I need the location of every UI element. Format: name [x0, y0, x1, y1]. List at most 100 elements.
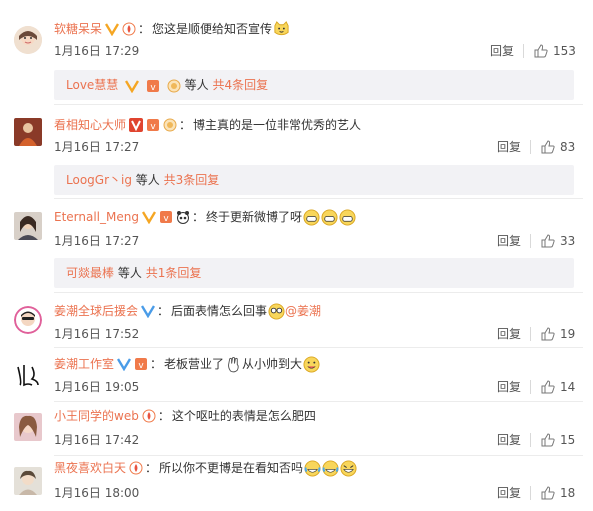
colon: ： — [145, 461, 158, 475]
reply-button[interactable]: 回复 — [497, 378, 521, 396]
verified-v-icon — [125, 79, 140, 93]
username[interactable]: 姜潮工作室 — [54, 355, 114, 373]
comment-text: 这个呕吐的表情是怎么肥四 — [171, 409, 316, 423]
thumbs-up-icon — [541, 234, 555, 248]
colon: ： — [179, 118, 192, 132]
avatar[interactable] — [14, 413, 42, 441]
laugh-emoji-icon — [340, 459, 357, 477]
like-count: 15 — [560, 433, 576, 447]
sub-replies-line: Love慧慧 v 等人 共4条回复 — [66, 76, 268, 94]
colon: ： — [157, 304, 170, 318]
like-count: 14 — [560, 380, 576, 394]
reply-button[interactable]: 回复 — [497, 138, 521, 156]
reply-button[interactable]: 回复 — [497, 232, 521, 250]
sub-replies[interactable]: LoogGr丶ig 等人 共3条回复 — [54, 165, 574, 195]
mention-link[interactable]: @姜潮 — [285, 302, 321, 320]
avatar[interactable] — [14, 467, 42, 495]
avatar[interactable] — [14, 26, 42, 54]
comment-list: 软糖呆呆 ： 您这是顺便给知否宣传 1月16日 17:29 回复 153 Lov… — [0, 0, 593, 511]
divider — [530, 234, 531, 248]
like-button[interactable]: 14 — [541, 378, 575, 396]
like-button[interactable]: 18 — [541, 484, 575, 502]
comment-item: 黑夜喜欢白天 ： 所以你不更博是在看知否吗 1月16日 18:00 回复 18 — [0, 455, 593, 511]
sub-replies[interactable]: Love慧慧 v 等人 共4条回复 — [54, 70, 574, 100]
laugh-cry-emoji-icon — [304, 459, 321, 477]
divider — [530, 433, 531, 447]
comment-text: 所以你不更博是在看知否吗 — [159, 461, 304, 475]
vip-badge-icon — [122, 22, 136, 36]
username[interactable]: 看相知心大师 — [54, 116, 126, 134]
cat-emoji-icon — [274, 20, 289, 35]
comment-header: 姜潮工作室 v ： 老板营业了 从小帅到大 — [54, 355, 320, 373]
username[interactable]: 姜潮全球后援会 — [54, 302, 138, 320]
divider — [530, 140, 531, 154]
timestamp: 1月16日 17:42 — [54, 433, 140, 447]
laugh-cry-emoji-icon — [322, 459, 339, 477]
comment-text: 后面表情怎么回事 — [171, 304, 268, 318]
vip-badge-icon: v — [147, 119, 160, 132]
sub-reply-count[interactable]: 共4条回复 — [212, 78, 268, 92]
sub-reply-suffix: 等人 — [117, 266, 142, 280]
reply-button[interactable]: 回复 — [497, 431, 521, 449]
comment-text: 博主真的是一位非常优秀的艺人 — [193, 118, 362, 132]
sub-reply-count[interactable]: 共3条回复 — [164, 173, 220, 187]
comment-header: 软糖呆呆 ： 您这是顺便给知否宣传 — [54, 20, 290, 38]
avatar[interactable] — [14, 118, 42, 146]
divider — [530, 380, 531, 394]
username[interactable]: 软糖呆呆 — [54, 20, 102, 38]
thumbs-up-icon — [541, 380, 555, 394]
tongue-emoji-icon — [303, 355, 320, 373]
colon: ： — [157, 409, 170, 423]
reply-button[interactable]: 回复 — [497, 484, 521, 502]
thumbs-up-icon — [541, 327, 555, 341]
thumbs-up-icon — [541, 433, 555, 447]
timestamp: 1月16日 17:27 — [54, 234, 140, 248]
sub-reply-suffix: 等人 — [135, 173, 160, 187]
username[interactable]: 黑夜喜欢白天 — [54, 459, 126, 477]
avatar[interactable] — [14, 361, 42, 389]
username[interactable]: 小王同学的web — [54, 407, 139, 425]
like-button[interactable]: 153 — [534, 42, 576, 60]
vip-badge-icon: v — [146, 79, 159, 93]
sub-replies[interactable]: 可燚最棒 等人 共1条回复 — [54, 258, 574, 288]
sub-reply-user[interactable]: Love慧慧 — [66, 78, 118, 92]
comment-text-2: 从小帅到大 — [242, 357, 303, 371]
comment-header: 姜潮全球后援会 ： 后面表情怎么回事 @姜潮 — [54, 302, 321, 320]
like-button[interactable]: 33 — [541, 232, 575, 250]
like-button[interactable]: 83 — [541, 138, 575, 156]
comment-header: 黑夜喜欢白天 ： 所以你不更博是在看知否吗 — [54, 459, 357, 477]
like-button[interactable]: 15 — [541, 431, 575, 449]
username[interactable]: Eternall_Meng — [54, 208, 139, 226]
colon: ： — [138, 22, 151, 36]
comment-item: Eternall_Meng v ： 终于更新微博了呀 1月16日 17:27 回… — [0, 198, 593, 256]
timestamp: 1月16日 19:05 — [54, 380, 140, 394]
comment-item: 姜潮工作室 v ： 老板营业了 从小帅到大 1月16日 19:05 回复 14 — [0, 347, 593, 400]
vip-badge-icon: v — [159, 211, 172, 224]
avatar[interactable] — [14, 212, 42, 240]
comment-header: Eternall_Meng v ： 终于更新微博了呀 — [54, 208, 356, 226]
thumbs-up-icon — [541, 140, 555, 154]
comment-text: 老板营业了 — [164, 357, 225, 371]
like-button[interactable]: 19 — [541, 325, 575, 343]
medal-icon — [163, 118, 177, 132]
avatar[interactable] — [14, 306, 42, 334]
svg-text:v: v — [163, 214, 169, 224]
verified-v-icon — [141, 305, 156, 318]
sub-reply-suffix: 等人 — [184, 78, 209, 92]
sub-reply-user[interactable]: LoogGr丶ig — [66, 173, 132, 187]
sub-reply-user[interactable]: 可燚最棒 — [66, 266, 114, 280]
verified-v-icon — [129, 118, 144, 132]
verified-v-icon — [105, 23, 120, 36]
reply-button[interactable]: 回复 — [497, 325, 521, 343]
ok-hand-icon — [228, 356, 239, 372]
reply-button[interactable]: 回复 — [490, 42, 514, 60]
grin-emoji-icon — [321, 208, 338, 226]
medal-icon — [167, 79, 181, 92]
like-count: 19 — [560, 327, 576, 341]
like-count: 18 — [560, 486, 576, 500]
grin-emoji-icon — [303, 208, 320, 226]
comment-item: 看相知心大师 v ： 博主真的是一位非常优秀的艺人 1月16日 17:27 回复… — [0, 104, 593, 162]
glasses-emoji-icon — [268, 302, 285, 320]
sub-reply-count[interactable]: 共1条回复 — [146, 266, 202, 280]
timestamp: 1月16日 17:29 — [54, 44, 140, 58]
